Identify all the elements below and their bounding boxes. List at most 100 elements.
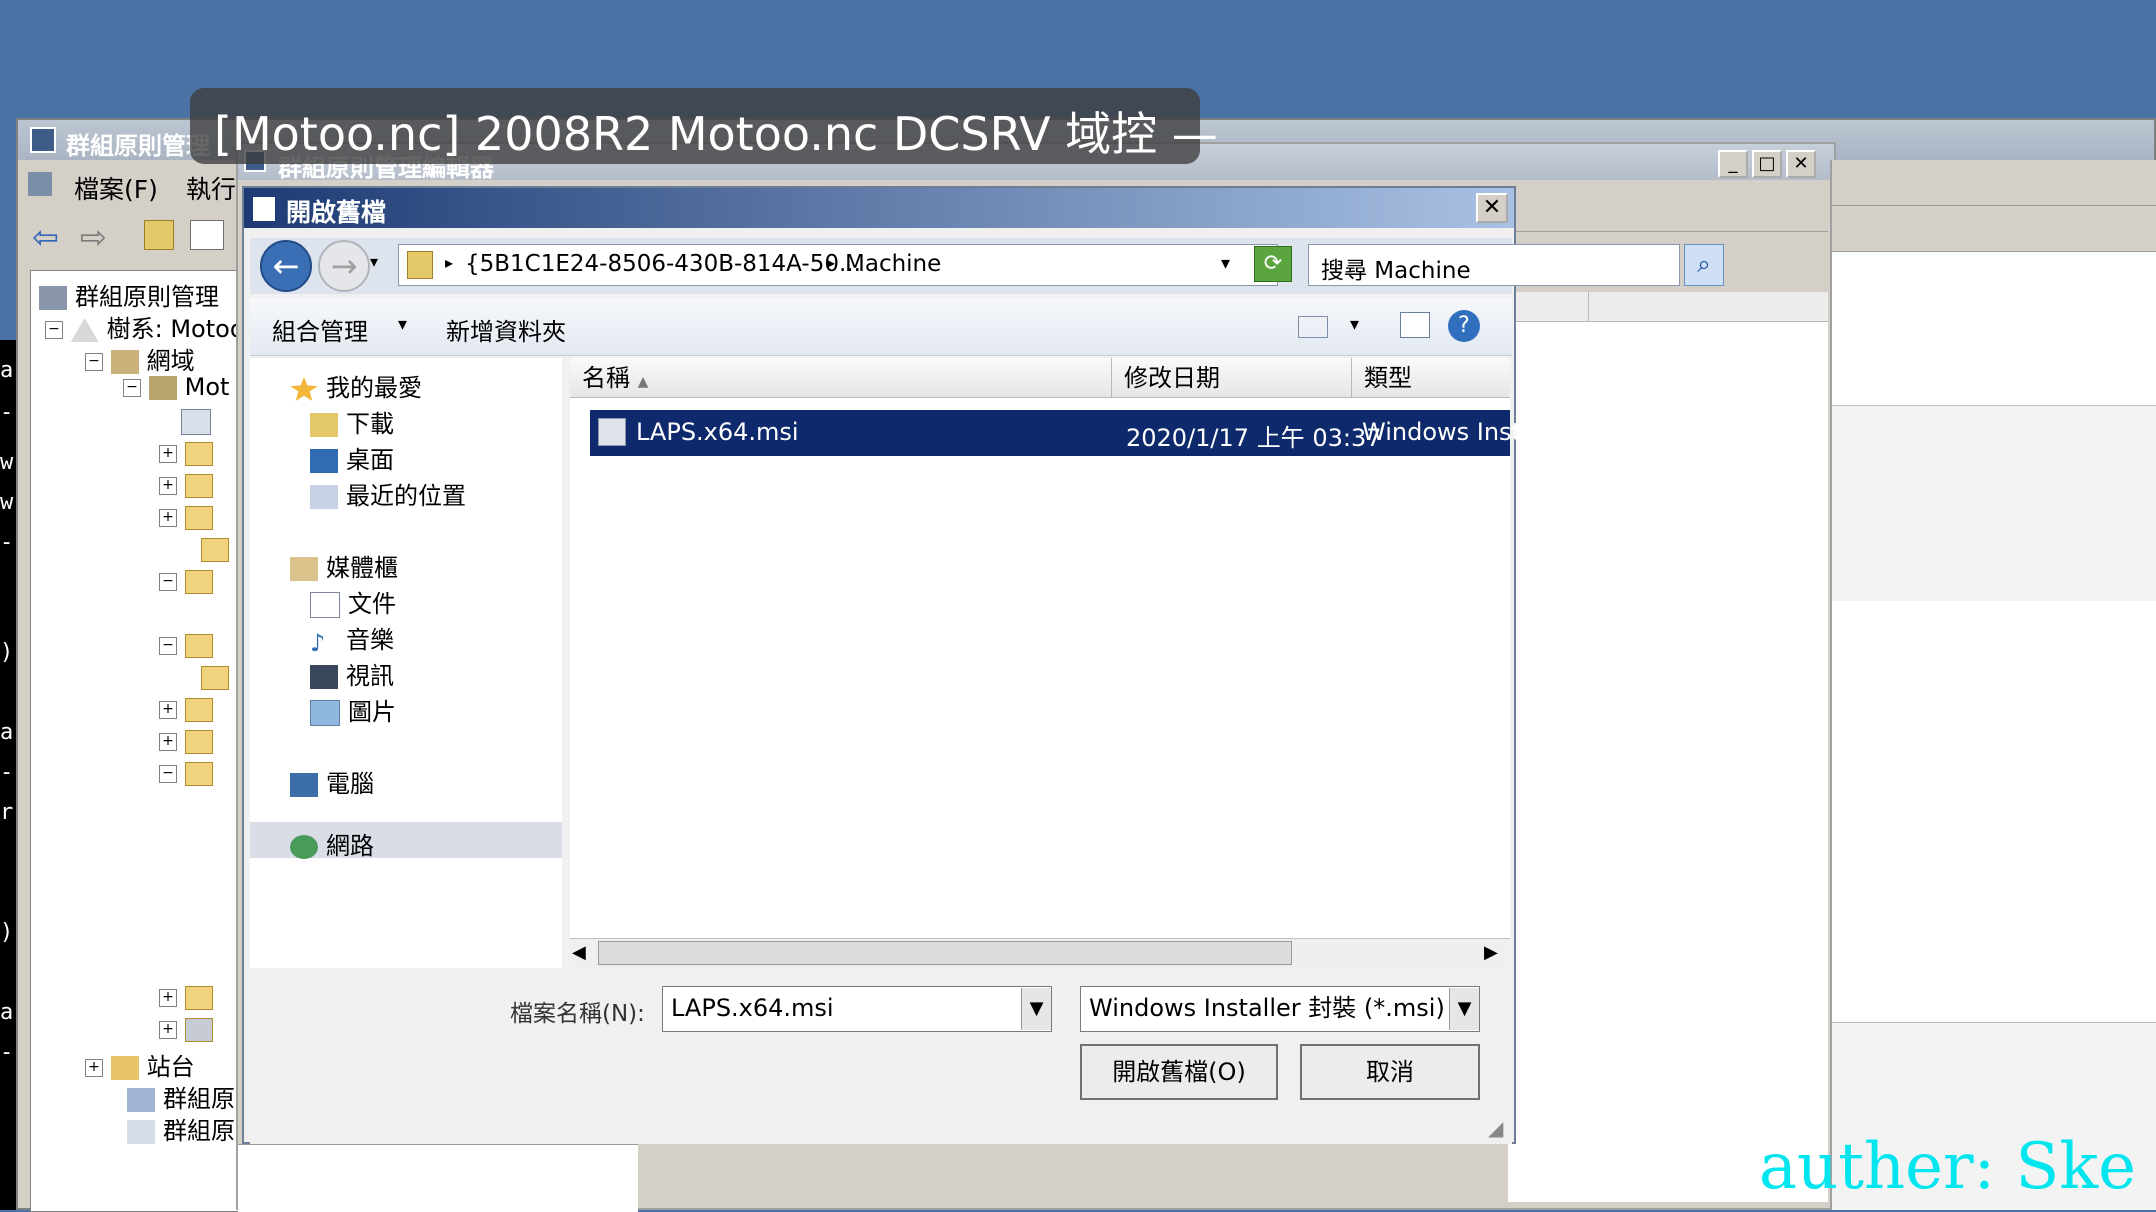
tree-ou[interactable]: + bbox=[159, 503, 213, 531]
scroll-right-icon[interactable]: ▶ bbox=[1484, 942, 1498, 963]
expand-icon[interactable]: + bbox=[159, 989, 177, 1007]
tree-domain[interactable]: − Mot bbox=[123, 373, 229, 401]
collapse-icon[interactable]: − bbox=[159, 573, 177, 591]
collapse-icon[interactable]: − bbox=[159, 637, 177, 655]
filetype-select[interactable]: Windows Installer 封裝 (*.msi) ▼ bbox=[1080, 986, 1480, 1032]
ou-folder-icon bbox=[184, 634, 213, 658]
organize-button[interactable]: 組合管理 bbox=[272, 312, 368, 347]
expand-icon[interactable]: + bbox=[159, 509, 177, 527]
nav-favorites[interactable]: 我的最愛 bbox=[290, 368, 422, 403]
search-placeholder: 搜尋 Machine bbox=[1321, 258, 1471, 284]
filetype-dropdown-icon[interactable]: ▼ bbox=[1449, 988, 1479, 1030]
back-arrow-icon[interactable]: ⇦ bbox=[32, 218, 59, 256]
resize-grip-icon[interactable]: ◢ bbox=[1488, 1116, 1503, 1140]
nav-computer[interactable]: 電腦 bbox=[290, 764, 374, 799]
nav-desktop[interactable]: 桌面 bbox=[310, 440, 394, 475]
forward-button[interactable]: → bbox=[318, 240, 370, 292]
tree-sites[interactable]: + 站台 bbox=[85, 1047, 195, 1082]
column-type[interactable]: 類型 bbox=[1352, 358, 1510, 398]
menu-action[interactable]: 執行 bbox=[186, 170, 236, 206]
organize-dropdown-icon[interactable]: ▾ bbox=[398, 314, 407, 335]
close-button[interactable]: ✕ bbox=[1786, 150, 1816, 178]
expand-icon[interactable]: + bbox=[159, 1021, 177, 1039]
help-icon[interactable]: ? bbox=[1448, 310, 1480, 342]
tree-starter[interactable]: + bbox=[159, 1015, 213, 1043]
tree-forest[interactable]: − 樹系: Motoo bbox=[45, 309, 245, 344]
preview-pane-icon[interactable] bbox=[1400, 312, 1430, 338]
column-modified[interactable]: 修改日期 bbox=[1112, 358, 1352, 398]
view-dropdown-icon[interactable]: ▾ bbox=[1350, 314, 1359, 335]
search-input[interactable]: 搜尋 Machine bbox=[1308, 244, 1680, 286]
collapse-icon[interactable]: − bbox=[123, 379, 141, 397]
ou-folder-icon bbox=[184, 506, 213, 530]
breadcrumb-chevron-icon[interactable]: ▸ bbox=[827, 253, 835, 272]
remote-session-overlay: [Motoo.nc] 2008R2 Motoo.nc DCSRV 域控 — bbox=[190, 88, 1218, 164]
expand-icon[interactable]: + bbox=[159, 733, 177, 751]
tree-ou[interactable]: + bbox=[159, 695, 213, 723]
nav-recent[interactable]: 最近的位置 bbox=[310, 476, 466, 511]
tree-ou[interactable] bbox=[201, 663, 229, 691]
forward-arrow-icon[interactable]: ⇨ bbox=[80, 218, 107, 256]
up-folder-icon[interactable] bbox=[144, 220, 174, 250]
minimize-button[interactable]: _ bbox=[1718, 150, 1748, 178]
tree-gpo-link[interactable] bbox=[181, 407, 219, 435]
nav-network[interactable]: 網路 bbox=[290, 826, 374, 861]
breadcrumb-guid[interactable]: {5B1C1E24-8506-430B-814A-50... bbox=[465, 251, 861, 277]
collapse-icon[interactable]: − bbox=[45, 321, 63, 339]
maximize-button[interactable]: □ bbox=[1752, 150, 1782, 178]
tree-gpo-container[interactable]: − bbox=[159, 759, 213, 787]
tree-ou[interactable]: + bbox=[159, 727, 213, 755]
nav-libraries[interactable]: 媒體櫃 bbox=[290, 548, 398, 583]
collapse-icon[interactable]: − bbox=[159, 765, 177, 783]
dialog-close-button[interactable]: ✕ bbox=[1476, 193, 1508, 223]
tree-ou[interactable]: − bbox=[159, 631, 213, 659]
show-hide-tree-icon[interactable] bbox=[190, 220, 224, 250]
nav-documents[interactable]: 文件 bbox=[310, 584, 396, 619]
breadcrumb-chevron-icon[interactable]: ▸ bbox=[445, 253, 453, 272]
cancel-button[interactable]: 取消 bbox=[1300, 1044, 1480, 1100]
gpme-menubar-area bbox=[1508, 188, 1828, 232]
filetype-value: Windows Installer 封裝 (*.msi) bbox=[1089, 994, 1445, 1022]
nav-music[interactable]: ♪ 音樂 bbox=[310, 620, 394, 657]
scrollbar-thumb[interactable] bbox=[598, 941, 1292, 965]
open-button[interactable]: 開啟舊檔(O) bbox=[1080, 1044, 1278, 1100]
search-icon[interactable]: ⌕ bbox=[1684, 244, 1724, 286]
nav-favorites-label: 我的最愛 bbox=[326, 374, 422, 402]
menu-file[interactable]: 檔案(F) bbox=[74, 170, 158, 206]
gpmc-tree: 群組原則管理 − 樹系: Motoo − 網域 − Mot + + + − − … bbox=[30, 270, 259, 1212]
address-dropdown-icon[interactable]: ▾ bbox=[1221, 253, 1230, 274]
file-row[interactable]: LAPS.x64.msi 2020/1/17 上午 03:37 Windows … bbox=[590, 410, 1549, 456]
tree-wmi[interactable]: + bbox=[159, 983, 213, 1011]
refresh-button[interactable]: ⟳ bbox=[1254, 246, 1292, 282]
expand-icon[interactable]: + bbox=[85, 1059, 103, 1077]
nav-pictures[interactable]: 圖片 bbox=[310, 692, 396, 727]
filename-value: LAPS.x64.msi bbox=[671, 994, 834, 1022]
breadcrumb-machine[interactable]: Machine bbox=[845, 251, 941, 277]
address-bar[interactable]: ▸ {5B1C1E24-8506-430B-814A-50... ▸ Machi… bbox=[398, 244, 1278, 286]
tree-ou[interactable]: − bbox=[159, 567, 213, 595]
expand-icon[interactable]: + bbox=[159, 477, 177, 495]
expand-icon[interactable]: + bbox=[159, 701, 177, 719]
tree-ou[interactable] bbox=[201, 535, 229, 563]
tree-domains[interactable]: − 網域 bbox=[85, 341, 195, 376]
collapse-icon[interactable]: − bbox=[85, 353, 103, 371]
tree-ou[interactable]: + bbox=[159, 471, 213, 499]
tree-sites-label: 站台 bbox=[146, 1053, 195, 1081]
horizontal-scrollbar[interactable]: ◀ ▶ bbox=[570, 938, 1510, 968]
tree-root[interactable]: 群組原則管理 bbox=[39, 277, 219, 312]
expand-icon[interactable]: + bbox=[159, 445, 177, 463]
filename-input[interactable]: LAPS.x64.msi ▼ bbox=[662, 986, 1052, 1032]
nav-downloads[interactable]: 下載 bbox=[310, 404, 394, 439]
tree-ou[interactable]: + bbox=[159, 439, 213, 467]
filename-dropdown-icon[interactable]: ▼ bbox=[1021, 988, 1051, 1030]
column-name[interactable]: 名稱 ▲ bbox=[570, 358, 1112, 398]
nav-videos[interactable]: 視訊 bbox=[310, 656, 394, 691]
filename-label: 檔案名稱(N): bbox=[510, 1001, 645, 1027]
scroll-left-icon[interactable]: ◀ bbox=[572, 942, 586, 963]
back-button[interactable]: ← bbox=[260, 240, 312, 292]
recent-pages-chevron-icon[interactable]: ▾ bbox=[370, 252, 378, 271]
wmi-filter-icon bbox=[184, 986, 213, 1010]
nav-documents-label: 文件 bbox=[348, 590, 396, 618]
new-folder-button[interactable]: 新增資料夾 bbox=[446, 312, 566, 347]
view-options-icon[interactable] bbox=[1298, 316, 1328, 338]
